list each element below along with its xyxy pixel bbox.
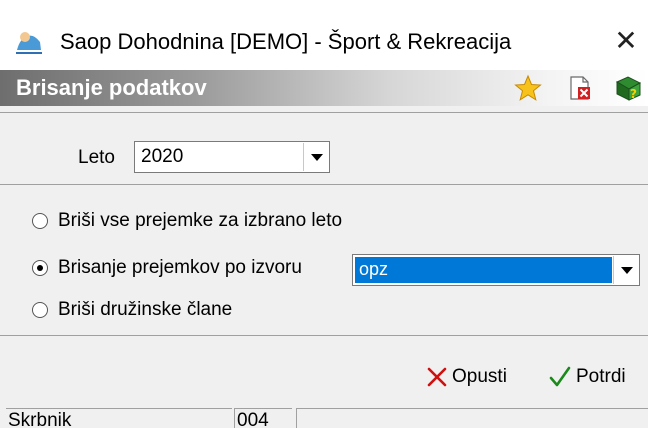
chevron-down-icon bbox=[621, 267, 633, 274]
status-code: 004 bbox=[234, 408, 292, 428]
confirm-button[interactable]: Potrdi bbox=[548, 362, 626, 392]
option-delete-all-year[interactable]: Briši vse prejemke za izbrano leto bbox=[32, 208, 342, 234]
option-label: Briši družinske člane bbox=[58, 299, 233, 320]
title-bar: Saop Dohodnina [DEMO] - Šport & Rekreaci… bbox=[0, 0, 648, 76]
selection-highlight bbox=[355, 257, 612, 283]
cancel-x-icon bbox=[427, 367, 447, 387]
app-icon bbox=[16, 32, 42, 54]
source-dropdown[interactable]: opz bbox=[352, 254, 640, 286]
radio-button[interactable] bbox=[32, 213, 48, 229]
dialog-window: Saop Dohodnina [DEMO] - Šport & Rekreaci… bbox=[0, 0, 648, 428]
year-dropdown-button[interactable] bbox=[303, 143, 328, 171]
confirm-label: Potrdi bbox=[576, 366, 626, 387]
source-dropdown-button[interactable] bbox=[613, 256, 638, 284]
source-value: opz bbox=[359, 259, 389, 279]
radio-button[interactable] bbox=[32, 302, 48, 318]
option-delete-by-source[interactable]: Brisanje prejemkov po izvoru bbox=[32, 255, 302, 281]
delete-document-icon[interactable] bbox=[566, 74, 594, 102]
star-icon[interactable] bbox=[514, 74, 542, 102]
status-info bbox=[296, 408, 648, 428]
year-value: 2020 bbox=[141, 146, 184, 167]
checkmark-icon bbox=[549, 366, 571, 387]
option-label: Brisanje prejemkov po izvoru bbox=[58, 257, 302, 278]
page-title: Brisanje podatkov bbox=[16, 75, 207, 100]
close-button[interactable]: ✕ bbox=[612, 26, 640, 56]
option-delete-family-members[interactable]: Briši družinske člane bbox=[32, 297, 232, 323]
year-label: Leto bbox=[78, 147, 115, 168]
status-bar: Skrbnik 004 bbox=[0, 404, 648, 428]
chevron-down-icon bbox=[311, 154, 323, 161]
svg-text:?: ? bbox=[630, 87, 637, 101]
help-book-icon[interactable]: ? bbox=[614, 74, 642, 102]
window-title: Saop Dohodnina [DEMO] - Šport & Rekreaci… bbox=[60, 29, 512, 54]
year-dropdown[interactable]: 2020 bbox=[134, 141, 330, 173]
status-user: Skrbnik bbox=[6, 408, 232, 428]
cancel-label: Opusti bbox=[452, 366, 507, 387]
cancel-button[interactable]: Opusti bbox=[426, 362, 507, 392]
option-label: Briši vse prejemke za izbrano leto bbox=[58, 210, 343, 231]
radio-button-checked[interactable] bbox=[32, 260, 48, 276]
header-band: Brisanje podatkov ? bbox=[0, 70, 648, 106]
